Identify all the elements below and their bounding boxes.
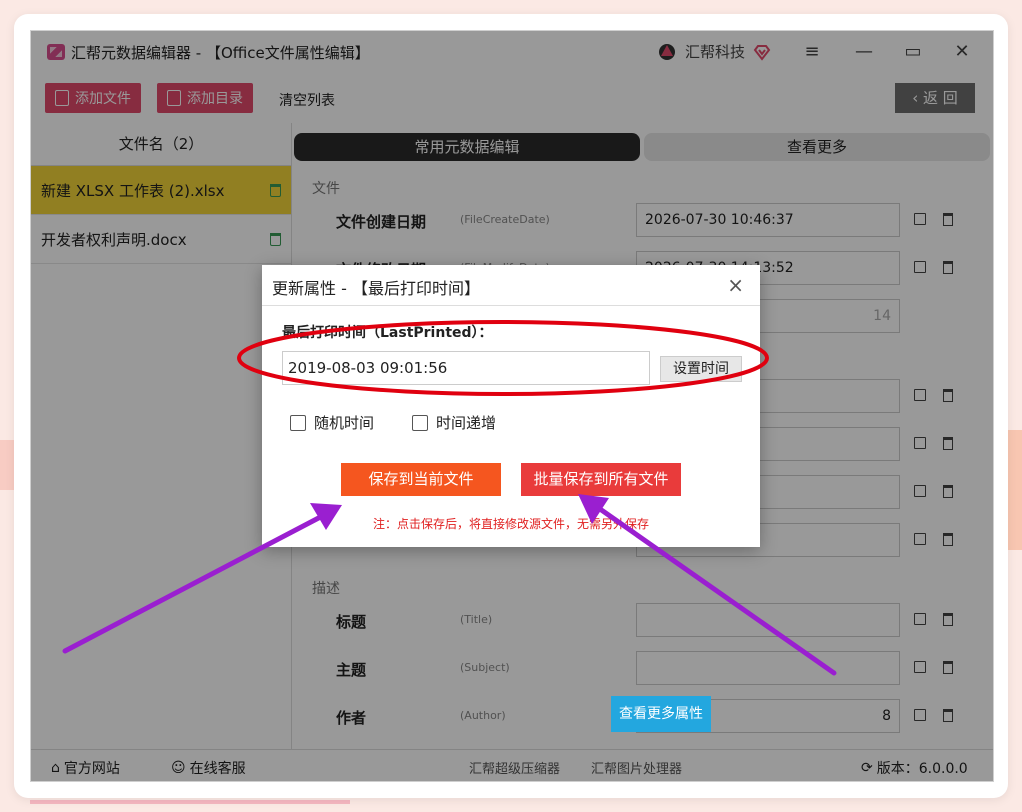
checkbox-label: 时间递增 — [436, 414, 497, 432]
divider — [262, 305, 760, 306]
close-icon[interactable]: × — [727, 273, 744, 297]
background-decoration — [30, 800, 350, 804]
field-label: 最后打印时间（LastPrinted）： — [282, 325, 493, 341]
save-all-button[interactable]: 批量保存到所有文件 — [521, 463, 681, 496]
set-time-button[interactable]: 设置时间 — [660, 356, 742, 382]
update-property-dialog: 更新属性 - 【最后打印时间】 × 最后打印时间（LastPrinted）： 2… — [262, 265, 760, 547]
view-more-properties-button[interactable]: 查看更多属性 — [611, 696, 711, 732]
last-printed-input[interactable]: 2019-08-03 09:01:56 — [282, 351, 650, 385]
save-current-button[interactable]: 保存到当前文件 — [341, 463, 501, 496]
checkbox-icon — [412, 414, 428, 431]
dialog-note: 注：点击保存后，将直接修改源文件，无需另外保存 — [372, 517, 649, 531]
increment-time-checkbox[interactable]: 时间递增 — [412, 412, 496, 433]
dialog-title: 更新属性 - 【最后打印时间】 — [272, 279, 480, 298]
random-time-checkbox[interactable]: 随机时间 — [290, 412, 374, 433]
checkbox-label: 随机时间 — [314, 414, 375, 432]
checkbox-icon — [290, 414, 306, 431]
